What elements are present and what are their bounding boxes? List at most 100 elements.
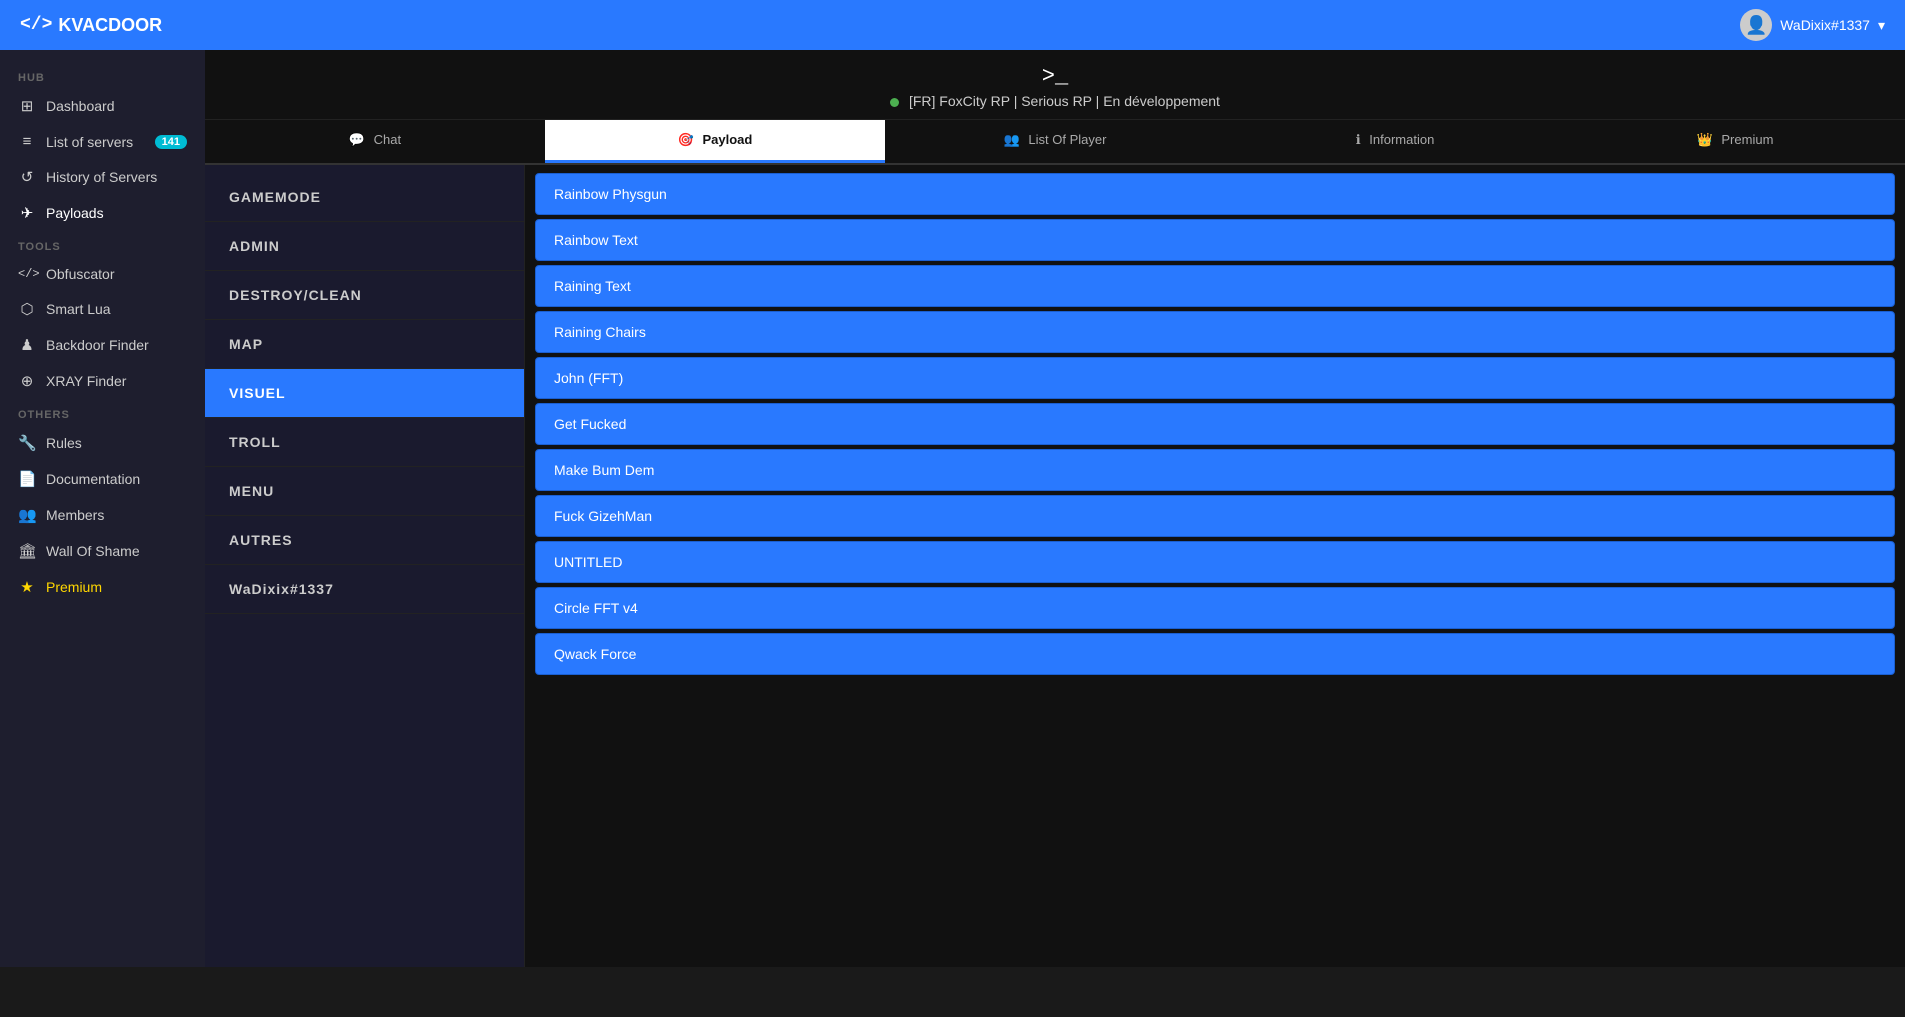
tab-info-label: Information xyxy=(1369,132,1434,147)
others-section-label: OTHERS xyxy=(0,399,205,425)
docs-icon: 📄 xyxy=(18,470,36,488)
category-wadixix[interactable]: WaDixix#1337 xyxy=(205,565,524,614)
sidebar-item-label: XRAY Finder xyxy=(46,373,126,389)
hub-section-label: HUB xyxy=(0,62,205,88)
backdoor-icon: ♟ xyxy=(18,336,36,354)
category-autres[interactable]: AUTRES xyxy=(205,516,524,565)
payload-item[interactable]: Raining Text xyxy=(535,265,1895,307)
payloads-icon: ✈ xyxy=(18,204,36,222)
sidebar-item-label: Payloads xyxy=(46,205,104,221)
info-tab-icon: ℹ xyxy=(1356,132,1361,147)
payload-list: Rainbow PhysgunRainbow TextRaining TextR… xyxy=(525,165,1905,967)
avatar: 👤 xyxy=(1740,9,1772,41)
payload-tab-icon: 🎯 xyxy=(678,132,694,147)
sidebar-item-label: Backdoor Finder xyxy=(46,337,149,353)
sidebar-item-history-of-servers[interactable]: ↺ History of Servers xyxy=(0,159,205,195)
server-count-badge: 141 xyxy=(155,135,187,149)
sidebar-item-label: Smart Lua xyxy=(46,301,111,317)
sidebar-item-documentation[interactable]: 📄 Documentation xyxy=(0,461,205,497)
sidebar-item-wall-of-shame[interactable]: 🏛 Wall Of Shame xyxy=(0,533,205,569)
category-troll[interactable]: TROLL xyxy=(205,418,524,467)
category-map[interactable]: MAP xyxy=(205,320,524,369)
category-admin[interactable]: ADMIN xyxy=(205,222,524,271)
sidebar-item-label: Members xyxy=(46,507,104,523)
category-label: MENU xyxy=(229,483,274,499)
payload-item[interactable]: Circle FFT v4 xyxy=(535,587,1895,629)
sidebar-item-xray-finder[interactable]: ⊕ XRAY Finder xyxy=(0,363,205,399)
sidebar-item-label: Premium xyxy=(46,579,102,595)
tab-chat-label: Chat xyxy=(374,132,401,147)
tab-player-label: List Of Player xyxy=(1028,132,1106,147)
sidebar-item-label: Documentation xyxy=(46,471,140,487)
sidebar-item-label: Obfuscator xyxy=(46,266,114,282)
tab-information[interactable]: ℹ Information xyxy=(1225,120,1565,163)
tab-premium-label: Premium xyxy=(1721,132,1773,147)
sidebar-item-members[interactable]: 👥 Members xyxy=(0,497,205,533)
history-icon: ↺ xyxy=(18,168,36,186)
payload-item[interactable]: Rainbow Physgun xyxy=(535,173,1895,215)
category-menu[interactable]: MENU xyxy=(205,467,524,516)
category-label: ADMIN xyxy=(229,238,280,254)
payload-item[interactable]: UNTITLED xyxy=(535,541,1895,583)
sidebar-item-rules[interactable]: 🔧 Rules xyxy=(0,425,205,461)
category-label: DESTROY/CLEAN xyxy=(229,287,362,303)
payload-item[interactable]: Rainbow Text xyxy=(535,219,1895,261)
brand-name: KVACDOOR xyxy=(58,15,162,36)
terminal-icon: >_ xyxy=(205,64,1905,89)
status-dot xyxy=(890,98,899,107)
player-tab-icon: 👥 xyxy=(1004,132,1020,147)
category-gamemode[interactable]: GAMEMODE xyxy=(205,173,524,222)
payload-item[interactable]: Make Bum Dem xyxy=(535,449,1895,491)
payload-item[interactable]: Get Fucked xyxy=(535,403,1895,445)
sidebar-item-label: Rules xyxy=(46,435,82,451)
category-label: MAP xyxy=(229,336,263,352)
sidebar-item-premium[interactable]: ★ Premium xyxy=(0,569,205,605)
tab-payload-label: Payload xyxy=(702,132,752,147)
list-icon: ≡ xyxy=(18,133,36,150)
username: WaDixix#1337 xyxy=(1780,17,1870,33)
tab-list-of-player[interactable]: 👥 List Of Player xyxy=(885,120,1225,163)
sidebar-item-label: Wall Of Shame xyxy=(46,543,140,559)
sidebar-item-smart-lua[interactable]: ⬡ Smart Lua xyxy=(0,291,205,327)
wall-of-shame-icon: 🏛 xyxy=(18,542,36,560)
tab-payload[interactable]: 🎯 Payload xyxy=(545,120,885,163)
obfuscator-icon: </> xyxy=(18,267,36,281)
category-visuel[interactable]: VISUEL xyxy=(205,369,524,418)
xray-icon: ⊕ xyxy=(18,372,36,390)
sidebar-item-payloads[interactable]: ✈ Payloads xyxy=(0,195,205,231)
chat-tab-icon: 💬 xyxy=(349,132,365,147)
tools-section-label: TOOLS xyxy=(0,231,205,257)
payload-item[interactable]: Fuck GizehMan xyxy=(535,495,1895,537)
tab-premium[interactable]: 👑 Premium xyxy=(1565,120,1905,163)
payload-item[interactable]: Raining Chairs xyxy=(535,311,1895,353)
chevron-down-icon: ▾ xyxy=(1878,17,1885,34)
category-list: GAMEMODE ADMIN DESTROY/CLEAN MAP VISUEL … xyxy=(205,165,525,967)
members-icon: 👥 xyxy=(18,506,36,524)
category-label: GAMEMODE xyxy=(229,189,321,205)
payload-content: GAMEMODE ADMIN DESTROY/CLEAN MAP VISUEL … xyxy=(205,165,1905,967)
premium-icon: ★ xyxy=(18,578,36,596)
sidebar-item-label: History of Servers xyxy=(46,169,157,185)
server-header: >_ [FR] FoxCity RP | Serious RP | En dév… xyxy=(205,50,1905,120)
sidebar-item-dashboard[interactable]: ⊞ Dashboard xyxy=(0,88,205,124)
server-name-text: [FR] FoxCity RP | Serious RP | En dévelo… xyxy=(909,93,1220,109)
premium-tab-icon: 👑 xyxy=(1697,132,1713,147)
sidebar: HUB ⊞ Dashboard ≡ List of servers 141 ↺ … xyxy=(0,50,205,967)
server-name: [FR] FoxCity RP | Serious RP | En dévelo… xyxy=(205,93,1905,109)
payload-item[interactable]: Qwack Force xyxy=(535,633,1895,675)
payload-item[interactable]: John (FFT) xyxy=(535,357,1895,399)
category-destroy-clean[interactable]: DESTROY/CLEAN xyxy=(205,271,524,320)
category-label: AUTRES xyxy=(229,532,293,548)
user-menu[interactable]: 👤 WaDixix#1337 ▾ xyxy=(1740,9,1885,41)
main-content: >_ [FR] FoxCity RP | Serious RP | En dév… xyxy=(205,50,1905,967)
tab-chat[interactable]: 💬 Chat xyxy=(205,120,545,163)
category-label: TROLL xyxy=(229,434,281,450)
brand-logo[interactable]: </> KVACDOOR xyxy=(20,15,162,36)
sidebar-item-backdoor-finder[interactable]: ♟ Backdoor Finder xyxy=(0,327,205,363)
sidebar-item-list-of-servers[interactable]: ≡ List of servers 141 xyxy=(0,124,205,159)
sidebar-item-label: List of servers xyxy=(46,134,133,150)
brand-code: </> xyxy=(20,15,52,35)
smart-lua-icon: ⬡ xyxy=(18,300,36,318)
sidebar-item-obfuscator[interactable]: </> Obfuscator xyxy=(0,257,205,291)
tabs-bar: 💬 Chat 🎯 Payload 👥 List Of Player ℹ Info… xyxy=(205,120,1905,165)
